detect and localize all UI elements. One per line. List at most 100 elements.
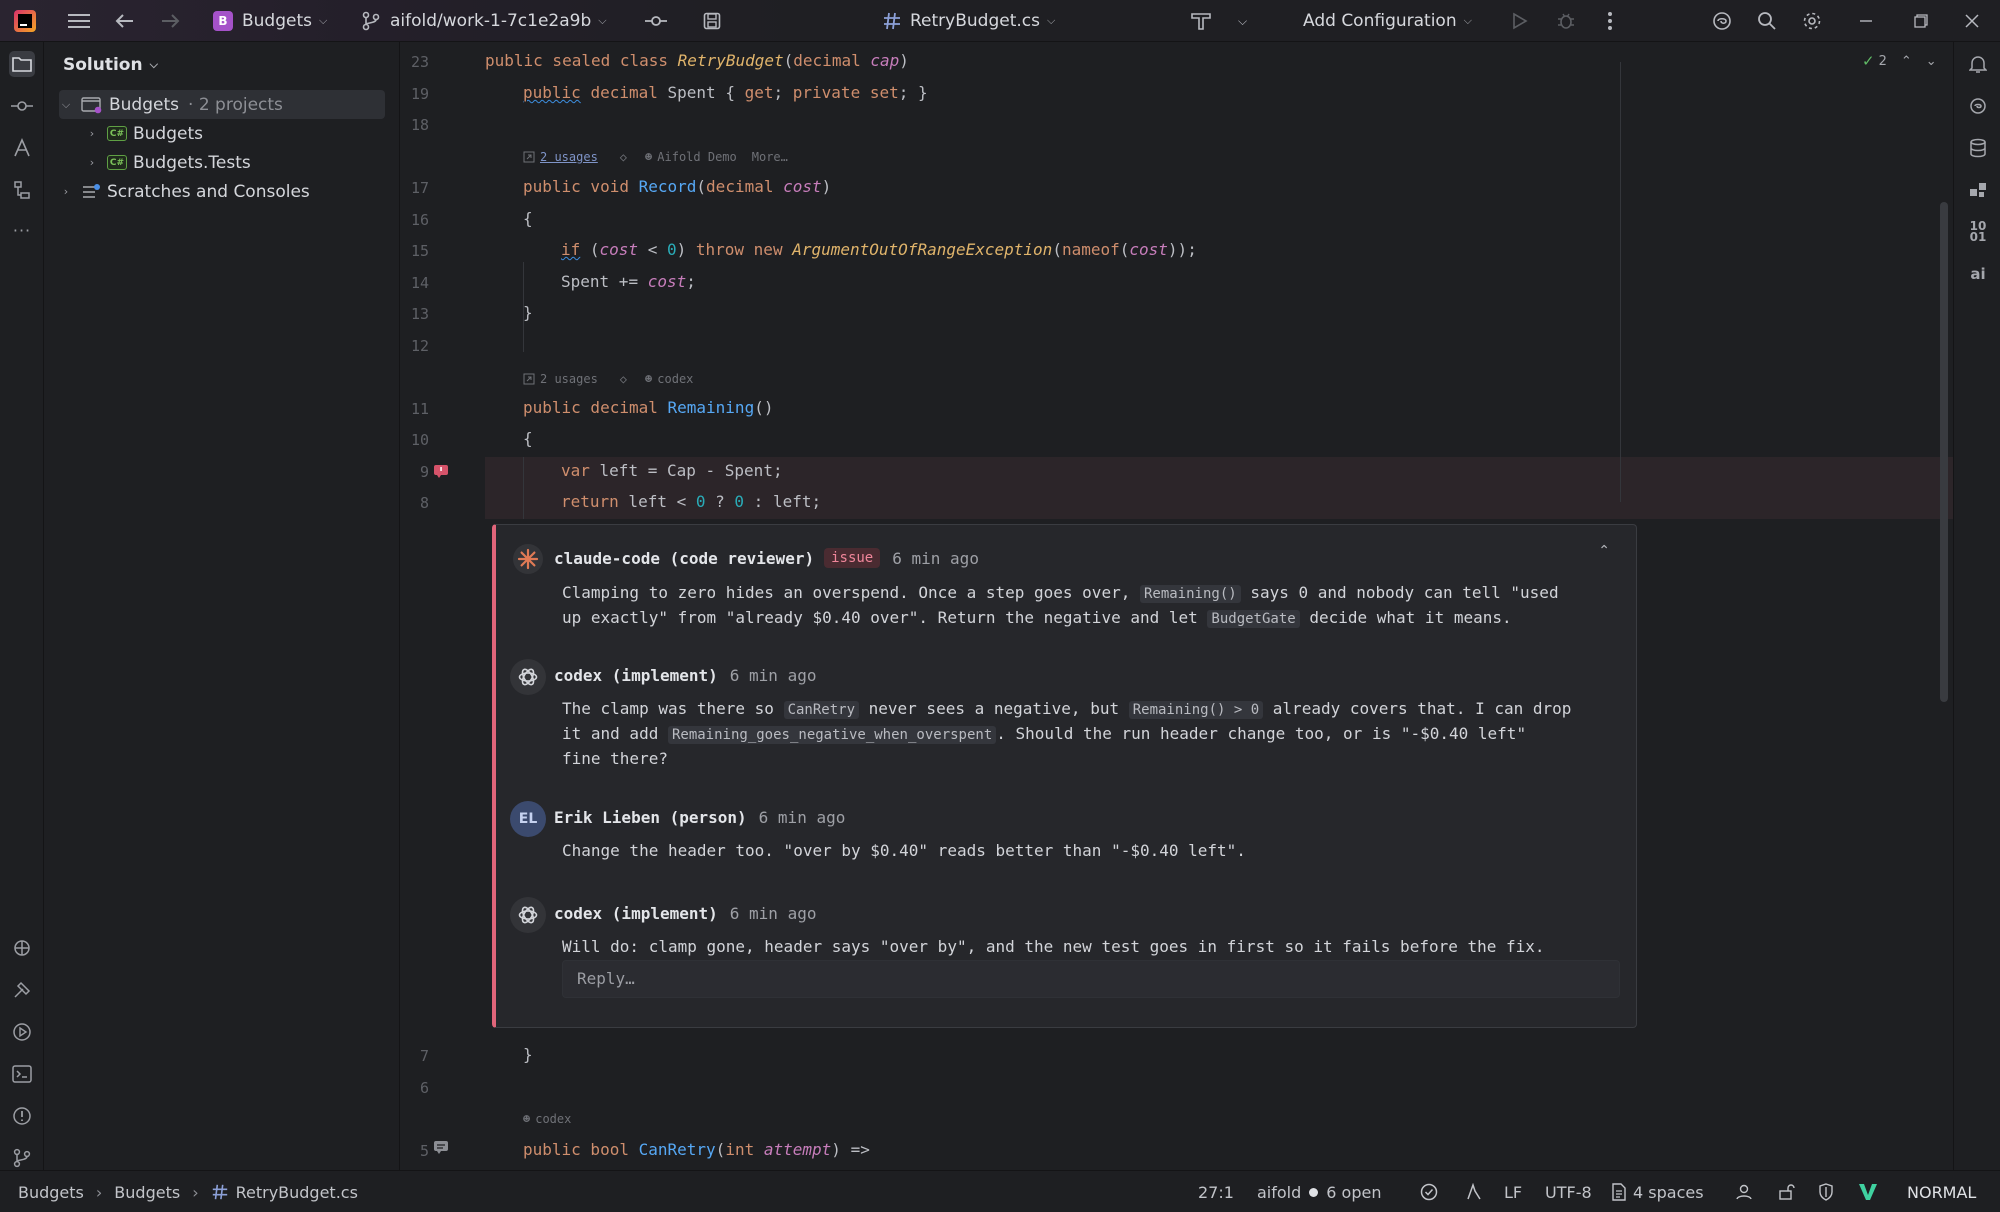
minimize-window-icon[interactable] bbox=[1859, 0, 1873, 42]
build-options-chevron-icon[interactable]: ⌵ bbox=[1238, 0, 1247, 42]
more-actions-icon[interactable] bbox=[1607, 0, 1613, 42]
code-vision-hint[interactable]: ☻ codex bbox=[523, 1112, 571, 1126]
vim-mode[interactable]: NORMAL bbox=[1907, 1171, 1976, 1212]
file-selector[interactable]: RetryBudget.cs ⌵ bbox=[882, 0, 1055, 42]
ai-chat-icon[interactable] bbox=[1965, 93, 1991, 119]
vim-plugin-icon[interactable] bbox=[1858, 1171, 1878, 1212]
ai-status-icon[interactable] bbox=[1466, 1171, 1482, 1212]
title-bar: B Budgets ⌵ aifold/work-1-7c1e2a9b ⌵ Ret… bbox=[0, 0, 2000, 42]
branch-selector[interactable]: aifold/work-1-7c1e2a9b ⌵ bbox=[362, 0, 607, 42]
terminal-icon[interactable] bbox=[9, 1061, 35, 1087]
breadcrumb-item[interactable]: RetryBudget.cs bbox=[236, 1183, 358, 1202]
comment-time: 6 min ago bbox=[729, 666, 817, 685]
binary-viewer-icon[interactable]: 10 01 bbox=[1965, 219, 1991, 245]
file-encoding[interactable]: UTF-8 bbox=[1545, 1171, 1592, 1212]
chevron-down-icon: ⌵ bbox=[1463, 14, 1472, 27]
usages-link[interactable]: 2 usages bbox=[540, 372, 598, 386]
indent-widget[interactable]: 4 spaces bbox=[1611, 1171, 1704, 1212]
back-arrow-icon[interactable] bbox=[115, 0, 135, 42]
database-icon[interactable] bbox=[1965, 135, 1991, 161]
code-line: public sealed class RetryBudget(decimal … bbox=[485, 51, 909, 70]
search-icon[interactable] bbox=[1757, 0, 1777, 42]
author-name: Aifold Demo bbox=[657, 150, 737, 164]
chevron-right-icon[interactable]: › bbox=[85, 127, 99, 140]
chevron-down-icon[interactable]: ⌵ bbox=[59, 98, 73, 112]
csharp-file-icon bbox=[212, 1184, 227, 1200]
line-separator[interactable]: LF bbox=[1504, 1171, 1522, 1212]
main-menu-icon[interactable] bbox=[68, 0, 90, 42]
build-hammer-icon[interactable] bbox=[1190, 0, 1212, 42]
run-configuration-selector[interactable]: Add Configuration ⌵ bbox=[1303, 0, 1472, 42]
close-window-icon[interactable] bbox=[1965, 0, 1979, 42]
line-number: 23 bbox=[410, 53, 429, 71]
project-folder-icon[interactable] bbox=[9, 51, 35, 77]
tree-item-budgets-tests[interactable]: › C# Budgets.Tests bbox=[85, 148, 411, 177]
collapse-thread-icon[interactable]: ⌃ bbox=[1598, 543, 1610, 559]
chevron-right-icon[interactable]: › bbox=[85, 156, 99, 169]
aifold-tool-icon[interactable] bbox=[9, 135, 35, 161]
save-icon[interactable] bbox=[703, 0, 721, 42]
line-number: 18 bbox=[410, 116, 429, 134]
commit-icon[interactable] bbox=[645, 0, 667, 42]
review-thread: claude-code (code reviewer) issue 6 min … bbox=[492, 524, 1637, 1028]
comment-author: claude-code (code reviewer) bbox=[554, 548, 815, 568]
code-vision-hint[interactable]: 2 usages ◇ ☻ codex bbox=[523, 372, 693, 386]
status-dot-icon bbox=[1309, 1187, 1319, 1197]
commit-tool-icon[interactable] bbox=[9, 93, 35, 119]
git-tool-icon[interactable] bbox=[9, 1145, 35, 1171]
ai-assistant-panel-icon[interactable]: ai bbox=[1965, 261, 1991, 287]
comment-time: 6 min ago bbox=[892, 548, 979, 568]
lock-icon[interactable] bbox=[1778, 1171, 1796, 1212]
tree-item-budgets[interactable]: › C# Budgets bbox=[85, 119, 411, 148]
ai-assistant-icon[interactable] bbox=[1711, 0, 1733, 42]
comment-header: Erik Lieben (person) 6 min ago bbox=[554, 808, 845, 827]
check-circle-icon[interactable] bbox=[1420, 1171, 1438, 1212]
inline-code: BudgetGate bbox=[1207, 610, 1300, 628]
breadcrumb-item[interactable]: Budgets bbox=[18, 1183, 84, 1202]
comment-author: codex (implement) bbox=[554, 666, 718, 685]
more-tools-icon[interactable]: ··· bbox=[9, 217, 35, 243]
reply-input[interactable]: Reply… bbox=[562, 960, 1620, 998]
open-count: 6 open bbox=[1326, 1182, 1382, 1202]
comment-marker-icon[interactable] bbox=[433, 1139, 449, 1158]
code-line: public void Record(decimal cost) bbox=[523, 177, 832, 196]
caret-position[interactable]: 27:1 bbox=[1198, 1171, 1234, 1212]
solution-view-selector[interactable]: Solution ⌵ bbox=[63, 55, 158, 75]
inspection-count: 2 bbox=[1878, 53, 1887, 69]
user-icon[interactable] bbox=[1735, 1171, 1753, 1212]
code-vision-hint[interactable]: 2 usages ◇ ☻ Aifold Demo More… bbox=[523, 150, 788, 164]
claude-avatar-icon bbox=[510, 541, 546, 577]
tree-item-solution[interactable]: ⌵ Budgets · 2 projects bbox=[59, 90, 385, 119]
plugins-icon[interactable] bbox=[1965, 177, 1991, 203]
run-icon[interactable] bbox=[1512, 0, 1528, 42]
line-number: 16 bbox=[410, 211, 429, 229]
author-name: codex bbox=[535, 1112, 572, 1126]
notifications-bell-icon[interactable] bbox=[1965, 51, 1991, 77]
debug-icon[interactable] bbox=[1556, 0, 1576, 42]
settings-gear-icon[interactable] bbox=[1802, 0, 1822, 42]
chevron-right-icon[interactable]: › bbox=[59, 185, 73, 198]
build-hammer-tool-icon[interactable] bbox=[9, 977, 35, 1003]
review-comment-marker-icon[interactable] bbox=[433, 463, 449, 482]
inspections-widget[interactable]: ✓ 2 ⌃ ⌄ bbox=[1862, 52, 1937, 70]
structure-icon[interactable] bbox=[9, 177, 35, 203]
forward-arrow-icon[interactable] bbox=[160, 0, 180, 42]
run-tool-icon[interactable] bbox=[9, 1019, 35, 1045]
breadcrumb-item[interactable]: Budgets bbox=[114, 1183, 180, 1202]
vertical-scrollbar[interactable] bbox=[1940, 202, 1948, 702]
usages-link[interactable]: 2 usages bbox=[540, 150, 598, 164]
code-line: { bbox=[523, 429, 533, 448]
inline-code: Remaining() bbox=[1139, 585, 1241, 603]
restore-window-icon[interactable] bbox=[1914, 0, 1928, 42]
shield-icon[interactable] bbox=[1818, 1171, 1834, 1212]
more-link[interactable]: More… bbox=[752, 150, 788, 164]
project-selector[interactable]: B Budgets ⌵ bbox=[213, 0, 327, 42]
services-icon[interactable] bbox=[9, 935, 35, 961]
problems-icon[interactable] bbox=[9, 1103, 35, 1129]
project-badge: B bbox=[213, 11, 233, 31]
tree-item-scratches[interactable]: › Scratches and Consoles bbox=[59, 177, 385, 206]
comment-header: claude-code (code reviewer) issue 6 min … bbox=[554, 548, 979, 568]
code-editor[interactable]: 23 19 18 17 16 15 14 13 12 11 10 9 8 7 6… bbox=[401, 42, 1953, 1170]
right-tool-strip: 10 01 ai bbox=[1953, 42, 2000, 1170]
vcs-widget[interactable]: aifold 6 open bbox=[1257, 1171, 1381, 1212]
